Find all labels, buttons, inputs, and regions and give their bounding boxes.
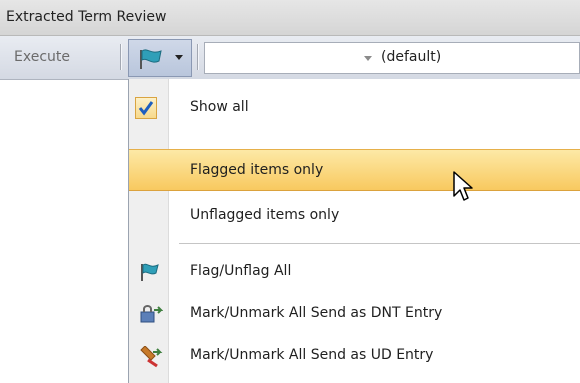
flag-filter-dropdown-button[interactable]	[128, 39, 192, 77]
menu-separator	[179, 243, 580, 244]
toolbar-separator	[197, 44, 199, 70]
execute-button[interactable]: Execute	[14, 49, 70, 65]
menu-item-label: Show all	[190, 99, 249, 115]
toolbar-separator	[120, 44, 122, 70]
menu-item-label: Flag/Unflag All	[190, 263, 292, 279]
menu-item-label: Unflagged items only	[190, 207, 340, 223]
window-title: Extracted Term Review	[6, 9, 167, 25]
chevron-down-icon[interactable]	[364, 56, 372, 61]
window-titlebar: Extracted Term Review	[0, 0, 580, 36]
menu-item-label: Flagged items only	[190, 162, 324, 178]
profile-combo[interactable]: (default)	[204, 42, 580, 74]
flag-filter-icon	[140, 49, 162, 69]
flag-icon	[141, 263, 159, 281]
menu-item-flagged-only[interactable]: Flagged items only	[129, 149, 580, 191]
combo-value: (default)	[381, 49, 442, 65]
menu-item-label: Mark/Unmark All Send as UD Entry	[190, 347, 434, 363]
toolbar: Execute (default)	[0, 36, 580, 80]
menu-item-flag-unflag-all[interactable]: Flag/Unflag All	[129, 251, 580, 293]
menu-item-show-all[interactable]: Show all	[129, 87, 580, 129]
menu-item-label: Mark/Unmark All Send as DNT Entry	[190, 305, 443, 321]
mouse-pointer-icon	[453, 171, 473, 201]
menu-item-dnt-entry[interactable]: Mark/Unmark All Send as DNT Entry	[129, 293, 580, 335]
dnt-entry-icon	[140, 305, 163, 323]
checkmark-icon	[135, 97, 157, 119]
flag-filter-menu: Show all Flagged items only Unflagged it…	[128, 79, 580, 383]
chevron-down-icon	[175, 55, 183, 60]
menu-item-ud-entry[interactable]: Mark/Unmark All Send as UD Entry	[129, 335, 580, 377]
ud-entry-icon	[140, 346, 163, 368]
menu-item-unflagged-only[interactable]: Unflagged items only	[129, 195, 580, 237]
